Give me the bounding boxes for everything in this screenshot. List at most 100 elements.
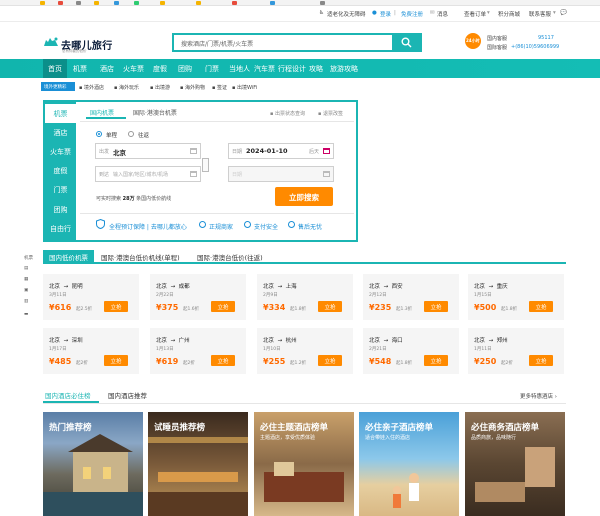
bookmark-icon[interactable] [94,1,99,5]
bookmark-icon[interactable] [58,1,63,5]
promo-overseas-fun[interactable]: ▪ 海外玩乐 [114,84,139,91]
booking-side-vacation[interactable]: 度假 [45,161,76,180]
deal-card[interactable]: 北京 → 成都 2月22日 ¥375 起1.6折 立抢 [150,274,246,320]
tab-domestic-flights[interactable]: 国内机票 [90,108,114,117]
accessibility-icon[interactable]: ♿ [319,10,324,16]
nav-tickets[interactable]: 门票 [205,64,219,74]
booking-side-trains[interactable]: 火车票 [45,142,76,161]
deal-card[interactable]: 北京 → 杭州 1月10日 ¥255 起1.2折 立抢 [257,328,353,374]
grab-deal-button[interactable]: 立抢 [424,355,448,366]
bookmark-icon[interactable] [196,1,201,5]
grab-deal-button[interactable]: 立抢 [318,301,342,312]
bookmark-icon[interactable] [134,1,139,5]
search-flights-button[interactable]: 立即搜索 [275,187,333,206]
nav-home[interactable]: 首页 [43,59,67,78]
nav-trip-design[interactable]: 行程设计 [278,64,306,74]
nav-hotels[interactable]: 酒店 [100,64,114,74]
return-date-field[interactable]: 日期 [228,166,334,182]
round-trip-radio[interactable] [128,131,134,137]
departure-date-field[interactable]: 日期 2024-01-10 后天 [228,143,334,159]
accessibility-link[interactable]: 适老化及无障碍 [327,10,366,18]
booking-guarantee[interactable]: 全程预订保障 | 去哪儿都放心 [109,222,187,231]
nav-travel-guides[interactable]: 旅游攻略 [330,64,358,74]
register-link[interactable]: 免费注册 [401,10,423,18]
points-mall-link[interactable]: 积分商城 [498,10,520,18]
grab-deal-button[interactable]: 立抢 [104,355,128,366]
departure-city-field[interactable]: 出发 北京 [95,143,201,159]
grab-deal-button[interactable]: 立抢 [211,355,235,366]
train-icon[interactable]: ▦ [24,277,28,282]
contact-service-link[interactable]: 联系客服 [529,10,551,18]
bookmark-icon[interactable] [76,1,81,5]
calendar-icon [323,148,330,154]
refund-change-link[interactable]: ▪ 退票改签 [318,110,343,117]
vacation-icon[interactable]: ▥ [24,299,28,304]
site-search-input[interactable]: 搜索酒店/门票/机票/火车票 [172,33,392,52]
chat-icon[interactable]: 💬 [560,10,567,16]
swap-cities-button[interactable] [202,158,209,172]
deal-card[interactable]: 北京 → 郑州 1月11日 ¥250 起2折 立抢 [468,328,564,374]
nav-trains[interactable]: 火车票 [123,64,144,74]
booking-side-free-travel[interactable]: 自由行 [45,219,76,238]
arrival-city-field[interactable]: 到达 输入国家/地区/城市/机场 [95,166,201,182]
hotel-icon[interactable]: ▤ [24,266,28,271]
hotel-card-business[interactable]: 必住商务酒店榜单 品质商旅，品味随行 [465,412,565,516]
promo-overseas-shopping[interactable]: ▪ 海外购物 [180,84,205,91]
grab-deal-button[interactable]: 立抢 [529,301,553,312]
bookmark-icon[interactable] [114,1,119,5]
deal-card[interactable]: 北京 → 海口 2月21日 ¥548 起1.8折 立抢 [363,328,459,374]
promo-wifi[interactable]: ▪ 出境WiFi [232,84,257,91]
ticket-status-link[interactable]: ▪ 出票状态查询 [270,110,305,117]
bookmark-icon[interactable] [40,1,45,5]
login-link[interactable]: 登录 [380,10,391,18]
booking-side-flights[interactable]: 机票 [45,104,76,123]
grab-deal-button[interactable]: 立抢 [424,301,448,312]
tab-hotel-recommend[interactable]: 国内酒店推荐 [108,390,147,400]
one-way-radio[interactable] [96,131,102,137]
hotel-card-theme[interactable]: 必住主题酒店榜单 主题酒店，享受优质体验 [254,412,354,516]
bookmark-icon[interactable] [320,1,325,5]
camel-logo-icon[interactable] [43,36,59,48]
deal-card[interactable]: 北京 → 昆明 3月11日 ¥616 起2.5折 立抢 [43,274,139,320]
hotel-card-popular[interactable]: 热门推荐榜 [43,412,143,516]
tab-intl-flights[interactable]: 国际·港澳台机票 [133,108,177,117]
hotel-card-tester[interactable]: 试睡员推荐榜 [148,412,248,516]
nav-bus-tickets[interactable]: 汽车票 [254,64,275,74]
tab-hotel-must-stay[interactable]: 国内酒店必住榜 [45,390,91,400]
orders-link[interactable]: 查看订单 [464,10,486,18]
deal-card[interactable]: 北京 → 西安 2月12日 ¥235 起1.3折 立抢 [363,274,459,320]
hotel-card-family[interactable]: 必住亲子酒店榜单 适合带娃入住的酒店 [359,412,459,516]
booking-side-hotels[interactable]: 酒店 [45,123,76,142]
deal-card[interactable]: 北京 → 重庆 1月15日 ¥500 起1.8折 立抢 [468,274,564,320]
bookmark-icon[interactable] [232,1,237,5]
tab-intl-oneway-deals[interactable]: 国际·港澳台低价机线(单程) [101,250,180,262]
nav-group-buy[interactable]: 团购 [178,64,192,74]
grab-deal-button[interactable]: 立抢 [318,355,342,366]
more-hotels-link[interactable]: 更多特惠酒店 › [520,392,557,400]
bookmark-icon[interactable] [270,1,275,5]
booking-side-tickets[interactable]: 门票 [45,180,76,199]
booking-side-group-buy[interactable]: 团购 [45,200,76,219]
grab-deal-button[interactable]: 立抢 [211,301,235,312]
deal-card[interactable]: 北京 → 深圳 1月17日 ¥485 起2折 立抢 [43,328,139,374]
deal-card[interactable]: 北京 → 广州 1月13日 ¥619 起2折 立抢 [150,328,246,374]
tab-domestic-deals[interactable]: 国内低价机票 [43,250,94,262]
promo-outbound-tour[interactable]: ▪ 出境游 [150,84,170,91]
promo-overseas-hotel[interactable]: ▪ 境外酒店 [79,84,104,91]
bookmark-icon[interactable] [160,1,165,5]
messages-link[interactable]: 消息 [437,10,448,18]
deal-card[interactable]: 北京 → 上海 2月9日 ¥334 起1.8折 立抢 [257,274,353,320]
nav-guides[interactable]: 攻略 [309,64,323,74]
nav-flights[interactable]: 机票 [73,64,87,74]
more-icon[interactable]: ▬ [24,312,28,317]
grab-deal-button[interactable]: 立抢 [104,301,128,312]
nav-vacation[interactable]: 度假 [153,64,167,74]
promo-visa[interactable]: ▪ 签证 [212,84,227,91]
nav-locals[interactable]: 当地人 [229,64,250,74]
tab-intl-roundtrip-deals[interactable]: 国际·港澳台低价(往返) [197,250,263,262]
ticket-icon[interactable]: ▣ [24,288,28,293]
side-tool-flights[interactable]: 机票 [24,255,33,261]
grab-deal-button[interactable]: 立抢 [529,355,553,366]
search-button[interactable] [392,33,422,52]
round-trip-label: 往返 [138,133,150,139]
